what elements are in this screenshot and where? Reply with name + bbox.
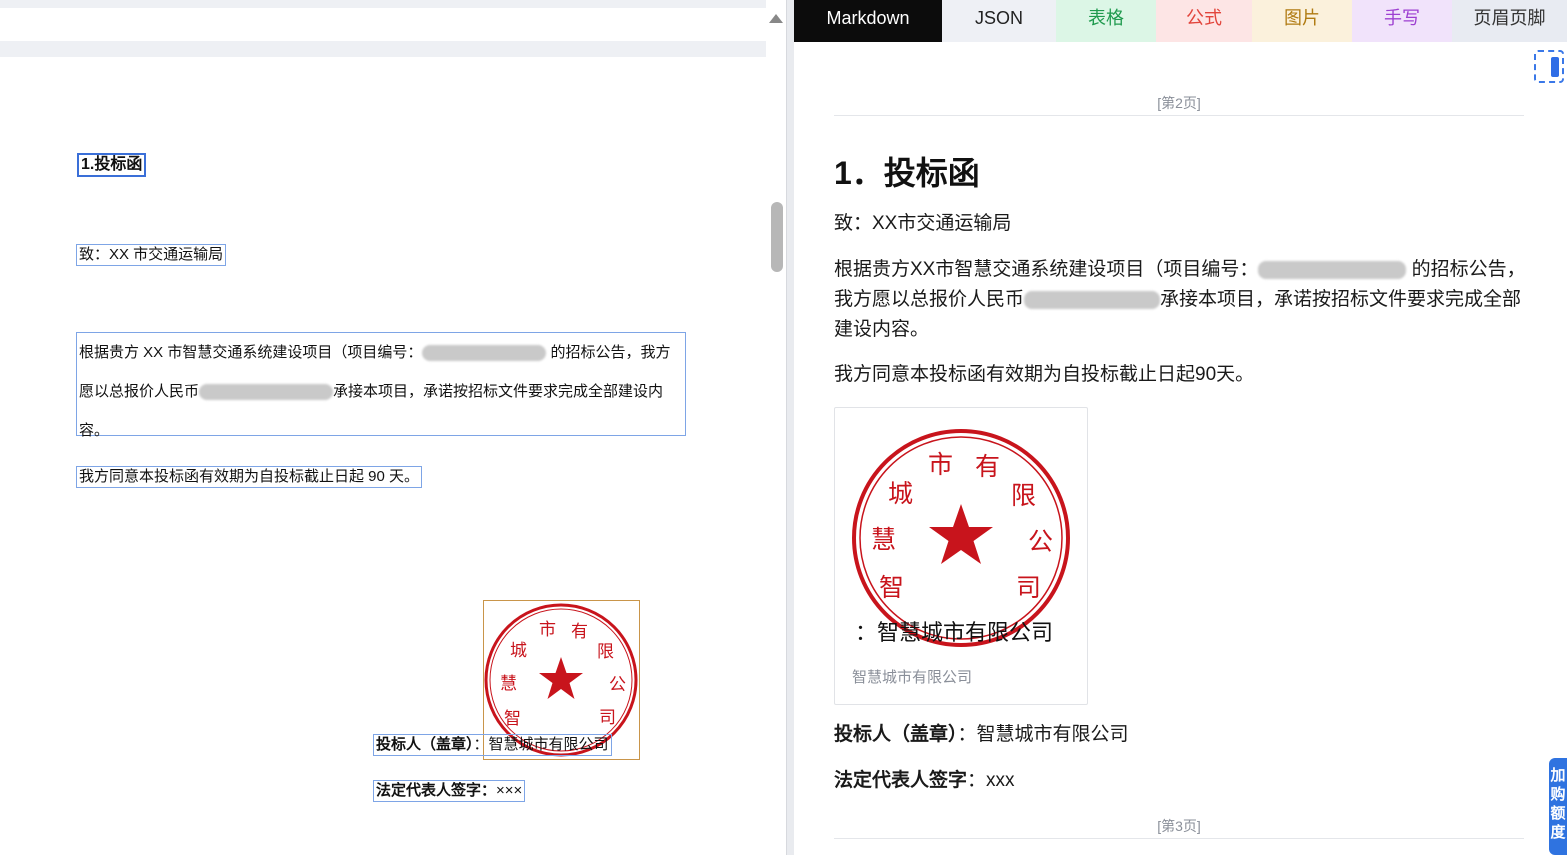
bidder-label: 投标人（盖章） [376, 736, 474, 753]
redacted-price [199, 384, 334, 401]
tab-handwriting[interactable]: 手写 [1352, 0, 1452, 42]
result-paragraph-2: 我方同意本投标函有效期为自投标截止日起90天。 [834, 364, 1255, 385]
recipient-text: 致：XX 市交通运输局 [79, 246, 224, 263]
paragraph-1-part-a: 根据贵方 XX 市智慧交通系统建设项目（项目编号： [79, 344, 423, 361]
page-divider-bottom [834, 838, 1524, 839]
page-gap [0, 41, 766, 57]
layout-box-paragraph-2[interactable]: 我方同意本投标函有效期为自投标截止日起 90 天。 [76, 466, 423, 488]
layout-box-paragraph-1[interactable]: 根据贵方 XX 市智慧交通系统建设项目（项目编号： 的招标公告，我方愿以总报价人… [76, 332, 686, 439]
tab-image[interactable]: 图片 [1252, 0, 1352, 42]
page-marker-top: [第2页] [1157, 95, 1201, 111]
preview-toolbar [2, 8, 766, 41]
heading-text: 1.投标函 [81, 156, 143, 173]
preview-top-strip [0, 0, 766, 8]
bidder-value: ：智慧城市有限公司 [473, 736, 609, 753]
tab-formula[interactable]: 公式 [1156, 0, 1252, 42]
result-paragraph-1: 根据贵方XX市智慧交通系统建设项目（项目编号： 的招标公告，我方愿以总报价人民币… [834, 255, 1526, 345]
representative-value: ××× [496, 782, 523, 799]
preview-scrollbar[interactable] [766, 0, 786, 855]
tab-header-footer[interactable]: 页眉页脚 [1452, 0, 1567, 42]
result-bidder-label: 投标人（盖章） [834, 724, 958, 745]
result-paragraph-1-part-a: 根据贵方XX市智慧交通系统建设项目（项目编号： [834, 259, 1259, 280]
redacted-project-number [422, 345, 547, 362]
layout-box-recipient[interactable]: 致：XX 市交通运输局 [76, 244, 227, 266]
result-representative-value: ：xxx [967, 770, 1015, 791]
representative-label: 法定代表人签字： [376, 782, 497, 799]
result-heading: 1．投标函 [834, 155, 980, 191]
page-divider-top [834, 115, 1524, 116]
redacted-price [1024, 290, 1161, 309]
image-ocr-text: ：智慧城市有限公司 [855, 620, 1054, 645]
tab-table[interactable]: 表格 [1056, 0, 1156, 42]
layout-box-representative[interactable]: 法定代表人签字：××× [373, 780, 526, 802]
scrollbar-thumb[interactable] [771, 202, 783, 272]
result-bidder-value: ：智慧城市有限公司 [957, 724, 1129, 745]
result-representative-label: 法定代表人签字 [834, 770, 968, 791]
result-recipient: 致：XX市交通运输局 [834, 213, 1012, 234]
result-pane: Markdown JSON 表格 公式 图片 手写 页眉页脚 [第2页] 1．投… [794, 0, 1567, 855]
result-tabs: Markdown JSON 表格 公式 图片 手写 页眉页脚 [794, 0, 1567, 42]
image-caption: 智慧城市有限公司 [852, 669, 973, 686]
document-page: 1.投标函 致：XX 市交通运输局 根据贵方 XX 市智慧交通系统建设项目（项目… [0, 57, 766, 855]
add-quota-button[interactable]: 加 购 额 度 [1549, 758, 1567, 855]
source-preview-pane: 1.投标函 致：XX 市交通运输局 根据贵方 XX 市智慧交通系统建设项目（项目… [0, 0, 786, 855]
layout-box-heading[interactable]: 1.投标函 [77, 153, 147, 177]
result-representative-line: 法定代表人签字：xxx [834, 766, 1526, 796]
layout-box-bidder[interactable]: 投标人（盖章）：智慧城市有限公司 [373, 734, 612, 756]
redacted-project-number [1258, 260, 1407, 279]
scroll-up-arrow-icon[interactable] [769, 14, 783, 23]
result-bidder-line: 投标人（盖章）：智慧城市有限公司 [834, 720, 1526, 750]
tab-json[interactable]: JSON [942, 0, 1056, 42]
tab-markdown[interactable]: Markdown [794, 0, 942, 42]
result-image-card[interactable]: 智 慧 城 市 有 限 公 司 ：智慧城市有限公司 智慧城市有限公司 [834, 407, 1088, 705]
app-root: 1.投标函 致：XX 市交通运输局 根据贵方 XX 市智慧交通系统建设项目（项目… [0, 0, 1567, 855]
pane-resize-handle[interactable] [786, 0, 794, 855]
paragraph-2-text: 我方同意本投标函有效期为自投标截止日起 90 天。 [79, 468, 420, 485]
page-marker-bottom: [第3页] [1157, 818, 1201, 834]
panel-toggle-icon[interactable] [1534, 50, 1564, 83]
